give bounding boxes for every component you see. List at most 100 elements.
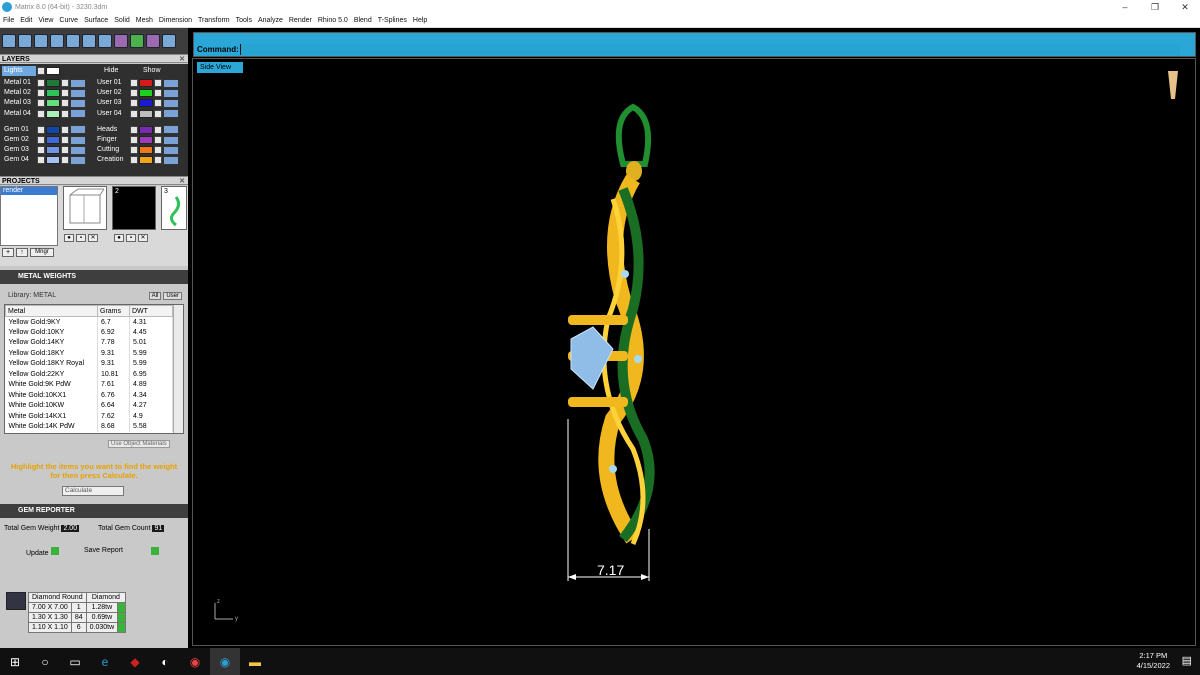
layer-name[interactable]: Heads <box>95 125 129 135</box>
filter-icon[interactable] <box>66 34 80 48</box>
layer-row[interactable]: Heads <box>95 125 179 135</box>
layer-color-swatch[interactable] <box>139 146 153 155</box>
layer-name[interactable]: Creation <box>95 155 129 165</box>
points-icon[interactable] <box>130 34 144 48</box>
layer-row[interactable]: Metal 01 <box>2 78 86 88</box>
play-icon[interactable] <box>117 622 127 633</box>
layer-toggle[interactable] <box>163 109 179 119</box>
menu-render[interactable]: Render <box>289 17 312 24</box>
manager-button[interactable]: Mngr <box>30 248 54 257</box>
layer-row[interactable]: Gem 02 <box>2 135 86 145</box>
lock-toggle[interactable] <box>61 156 69 165</box>
layer-color-swatch[interactable] <box>46 99 60 108</box>
maximize-button[interactable]: ❐ <box>1140 0 1170 14</box>
layer-toggle[interactable] <box>163 155 179 165</box>
visibility-toggle[interactable] <box>37 156 45 165</box>
lock-toggle[interactable] <box>61 89 69 98</box>
up-button[interactable]: ↑ <box>16 248 28 257</box>
lock-toggle[interactable] <box>154 146 162 155</box>
layer-color-swatch[interactable] <box>46 67 60 75</box>
hide-button[interactable]: Hide <box>104 67 118 74</box>
column-header[interactable]: DWT <box>129 305 173 317</box>
lock-toggle[interactable] <box>154 136 162 144</box>
visibility-toggle[interactable] <box>130 89 138 98</box>
layer-color-swatch[interactable] <box>46 136 60 144</box>
lock-toggle[interactable] <box>154 125 162 134</box>
clock[interactable]: 2:17 PM 4/15/2022 <box>1137 651 1170 671</box>
layer-row[interactable]: User 03 <box>95 98 179 108</box>
layer-color-swatch[interactable] <box>46 79 60 87</box>
viewport[interactable]: Side View 7.17 z y <box>192 58 1196 646</box>
layer-row[interactable]: User 04 <box>95 109 179 119</box>
expand-icon[interactable] <box>162 34 176 48</box>
render-icon[interactable] <box>114 34 128 48</box>
matrix-icon[interactable]: ◉ <box>210 648 240 675</box>
visibility-toggle[interactable] <box>130 99 138 108</box>
lock-toggle[interactable] <box>154 156 162 165</box>
search-icon[interactable]: ○ <box>30 648 60 675</box>
folder-icon[interactable]: ▬ <box>240 648 270 675</box>
layer-color-swatch[interactable] <box>46 125 60 134</box>
grid-icon[interactable] <box>2 34 16 48</box>
project-item[interactable]: render <box>1 187 57 195</box>
layer-color-swatch[interactable] <box>139 89 153 98</box>
lock-toggle[interactable] <box>154 79 162 87</box>
table-row[interactable]: White Gold:9K PdW 7.61 4.89 <box>5 379 173 390</box>
project-thumbnail[interactable] <box>63 186 107 230</box>
add-icon[interactable]: ● <box>114 234 124 242</box>
table-row[interactable]: Yellow Gold:14KY 7.78 5.01 <box>5 337 173 348</box>
layer-name[interactable]: User 04 <box>95 109 129 119</box>
table-row[interactable]: Yellow Gold:18KY Royal 9.31 5.99 <box>5 358 173 369</box>
layer-toggle[interactable] <box>70 88 86 98</box>
layer-toggle[interactable] <box>70 109 86 119</box>
layer-color-swatch[interactable] <box>46 156 60 165</box>
save-icon[interactable]: ▪ <box>76 234 86 242</box>
filter-user-button[interactable]: User <box>163 292 182 300</box>
visibility-toggle[interactable] <box>130 136 138 144</box>
menu-mesh[interactable]: Mesh <box>136 17 153 24</box>
layer-name[interactable]: Cutting <box>95 145 129 155</box>
delete-icon[interactable]: ✕ <box>88 234 98 242</box>
cube-icon[interactable] <box>34 34 48 48</box>
menu-curve[interactable]: Curve <box>59 17 78 24</box>
menu-file[interactable]: File <box>3 17 14 24</box>
layer-row[interactable]: User 02 <box>95 88 179 98</box>
layer-name[interactable]: Gem 02 <box>2 135 36 145</box>
save-icon[interactable]: ▪ <box>126 234 136 242</box>
layer-name[interactable]: Lights <box>2 66 36 76</box>
layer-name[interactable]: User 02 <box>95 88 129 98</box>
table-row[interactable]: White Gold:10KX1 6.76 4.34 <box>5 390 173 401</box>
add-icon[interactable]: ● <box>64 234 74 242</box>
play-icon[interactable] <box>117 602 127 613</box>
table-row[interactable]: White Gold:14KX1 7.62 4.9 <box>5 411 173 422</box>
play-icon[interactable] <box>151 547 159 555</box>
layer-color-swatch[interactable] <box>139 125 153 134</box>
menu-blend[interactable]: Blend <box>354 17 372 24</box>
visibility-toggle[interactable] <box>130 125 138 134</box>
add-project-button[interactable]: + <box>2 248 14 257</box>
select-icon[interactable] <box>82 34 96 48</box>
layer-row[interactable]: Cutting <box>95 145 179 155</box>
layer-row[interactable]: Gem 03 <box>2 145 86 155</box>
layer-row[interactable]: Metal 04 <box>2 109 86 119</box>
layer-color-swatch[interactable] <box>139 136 153 144</box>
lock-toggle[interactable] <box>61 146 69 155</box>
lock-toggle[interactable] <box>154 89 162 98</box>
close-icon[interactable]: ✕ <box>179 177 185 186</box>
layer-toggle[interactable] <box>163 98 179 108</box>
layer-color-swatch[interactable] <box>139 156 153 165</box>
layer-row[interactable]: Metal 03 <box>2 98 86 108</box>
column-header[interactable]: Grams <box>97 305 130 317</box>
visibility-toggle[interactable] <box>37 67 45 75</box>
calculate-button[interactable]: Calculate <box>62 486 124 496</box>
minimize-button[interactable]: – <box>1110 0 1140 14</box>
use-object-materials-checkbox[interactable]: Use Object Materials <box>108 440 170 448</box>
filter-all-button[interactable]: All <box>148 292 162 300</box>
play-icon[interactable] <box>117 612 127 623</box>
save-report-button[interactable]: Save Report <box>84 547 123 554</box>
menu-analyze[interactable]: Analyze <box>258 17 283 24</box>
tool-icon[interactable] <box>98 34 112 48</box>
menu-solid[interactable]: Solid <box>114 17 130 24</box>
visibility-toggle[interactable] <box>37 99 45 108</box>
table-row[interactable]: Yellow Gold:22KY 10.81 6.95 <box>5 369 173 380</box>
